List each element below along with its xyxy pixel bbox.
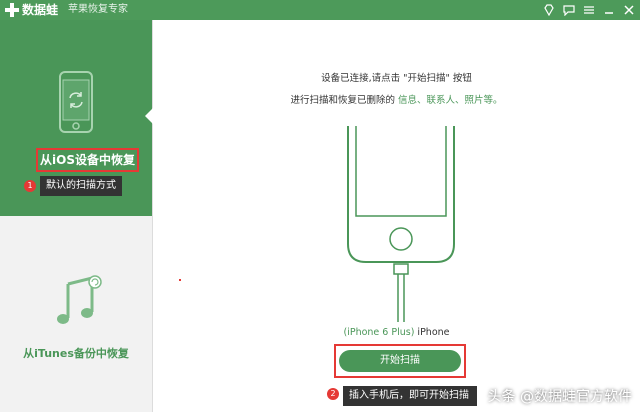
instruction-line-2: 进行扫描和恢复已删除的 信息、联系人、照片等。: [153, 94, 640, 108]
sidebar-item-label: 从iTunes备份中恢复: [23, 347, 129, 360]
annotation-number-badge: 2: [327, 388, 339, 400]
sidebar-item-label: 从iOS设备中恢复: [36, 148, 139, 172]
iphone-illustration: [347, 126, 455, 322]
device-label: iPhone: [414, 327, 450, 338]
logo-icon: [5, 3, 19, 17]
sidebar: 从iOS设备中恢复 1 默认的扫描方式 从iTunes备份中恢复: [0, 20, 153, 412]
diamond-icon[interactable]: [542, 3, 556, 17]
main-panel: 设备已连接,请点击 "开始扫描" 按钮 进行扫描和恢复已删除的 信息、联系人、照…: [153, 20, 640, 412]
annotation-tooltip: 插入手机后，即可开始扫描: [343, 386, 477, 406]
annotation-number-badge: 1: [24, 180, 36, 192]
close-icon[interactable]: [622, 3, 636, 17]
start-scan-button[interactable]: 开始扫描: [339, 350, 461, 372]
instruction-line-1: 设备已连接,请点击 "开始扫描" 按钮: [321, 73, 472, 84]
chat-icon[interactable]: [562, 3, 576, 17]
instruction-highlight: 信息、联系人、照片等。: [394, 95, 503, 106]
watermark: 头条 @数据蛙官方软件: [487, 389, 632, 405]
active-pointer: [145, 108, 153, 124]
stray-dot: [179, 279, 181, 281]
title-bar: 数据蛙 苹果恢复专家: [0, 0, 640, 20]
app-name: 数据蛙: [22, 3, 59, 17]
phone-refresh-icon: [59, 71, 93, 133]
annotation-tooltip: 默认的扫描方式: [40, 176, 122, 196]
device-model: (iPhone 6 Plus): [343, 327, 415, 338]
app-subtitle: 苹果恢复专家: [68, 4, 128, 15]
window-controls: [542, 2, 636, 18]
device-name: (iPhone 6 Plus) iPhone: [153, 326, 640, 340]
menu-icon[interactable]: [582, 3, 596, 17]
sidebar-item-ios-recovery[interactable]: 从iOS设备中恢复 1 默认的扫描方式: [0, 20, 153, 216]
minimize-icon[interactable]: [602, 3, 616, 17]
instruction-prefix: 进行扫描和恢复已删除的: [290, 95, 395, 106]
music-note-icon: [57, 275, 102, 324]
